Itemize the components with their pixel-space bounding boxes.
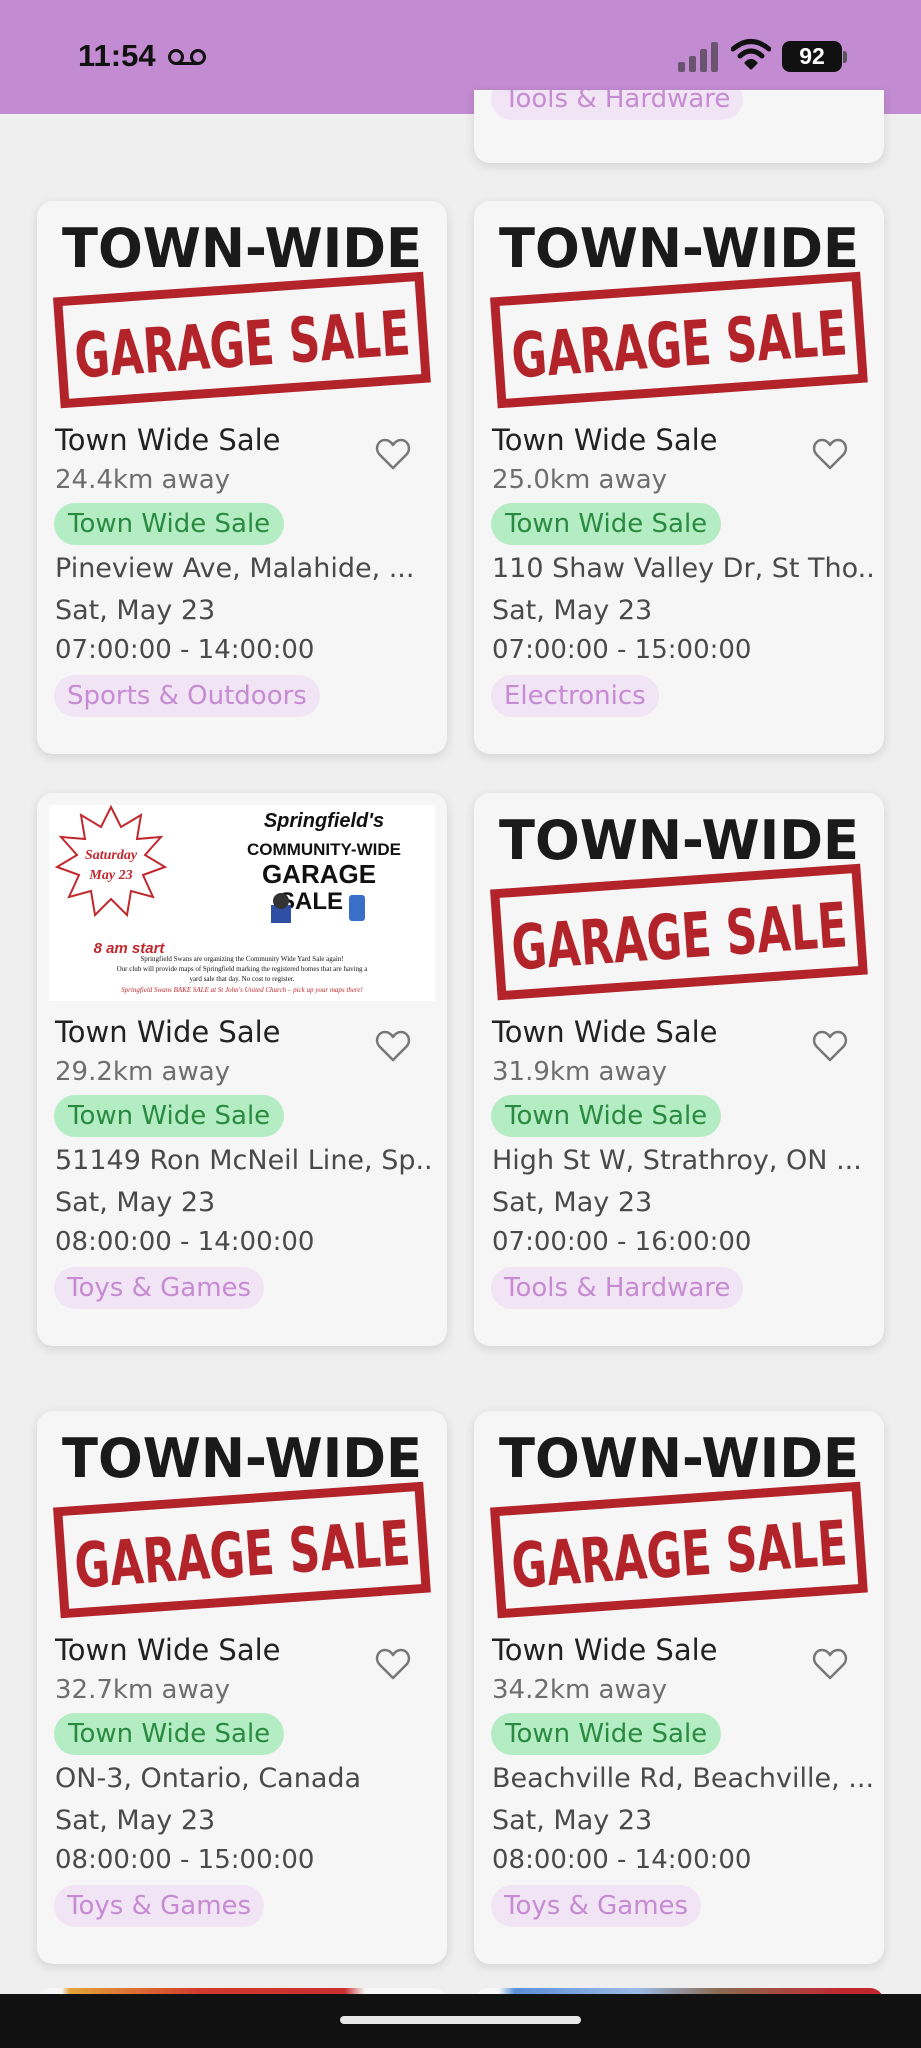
listing-distance: 32.7km away xyxy=(55,1675,231,1705)
listing-hours: 07:00:00 - 14:00:00 xyxy=(55,635,315,665)
status-time: 11:54 xyxy=(78,38,156,73)
flyer-heading: Springfield's xyxy=(264,810,384,832)
listing-card[interactable]: TOWN-WIDE GARAGE SALE Town Wide Sale 31.9… xyxy=(474,793,884,1346)
logo-line2: GARAGE SALE xyxy=(72,1506,412,1602)
listing-hours: 07:00:00 - 15:00:00 xyxy=(492,635,752,665)
listing-card[interactable]: Saturday May 23 8 am start Springfield's… xyxy=(37,793,447,1346)
flyer-body-line: Our club will provide maps of Springfiel… xyxy=(117,965,369,973)
listing-image: TOWN-WIDE GARAGE SALE xyxy=(49,213,435,409)
flyer-subheading: COMMUNITY-WIDE xyxy=(247,840,401,859)
listing-address: Pineview Ave, Malahide, ... xyxy=(55,553,415,584)
logo-line2: GARAGE SALE xyxy=(72,296,412,392)
listing-card[interactable]: TOWN-WIDE GARAGE SALE Town Wide Sale 34.2… xyxy=(474,1411,884,1964)
voicemail-icon xyxy=(168,49,206,65)
town-wide-garage-sale-logo: TOWN-WIDE GARAGE SALE xyxy=(490,809,868,1001)
town-wide-garage-sale-logo: TOWN-WIDE GARAGE SALE xyxy=(53,1427,431,1619)
listing-title: Town Wide Sale xyxy=(492,1633,718,1667)
listing-address: 51149 Ron McNeil Line, Sp... xyxy=(55,1145,435,1176)
sale-type-badge: Town Wide Sale xyxy=(54,503,285,545)
listing-title: Town Wide Sale xyxy=(55,423,281,457)
listing-distance: 25.0km away xyxy=(492,465,668,495)
flyer-star-day: Saturday xyxy=(85,848,138,863)
listing-image: TOWN-WIDE GARAGE SALE xyxy=(486,805,872,1001)
town-wide-garage-sale-logo: TOWN-WIDE GARAGE SALE xyxy=(490,1427,868,1619)
sale-type-badge: Town Wide Sale xyxy=(491,1713,722,1755)
listing-image-flyer: Saturday May 23 8 am start Springfield's… xyxy=(49,804,435,1001)
logo-line1: TOWN-WIDE xyxy=(499,217,859,280)
listing-distance: 24.4km away xyxy=(55,465,231,495)
flyer-body-line: Springfield Swans are organizing the Com… xyxy=(140,955,343,963)
listing-date: Sat, May 23 xyxy=(492,595,653,626)
favorite-heart-icon[interactable] xyxy=(812,437,848,471)
category-tag: Toys & Games xyxy=(54,1885,265,1927)
listing-image: TOWN-WIDE GARAGE SALE xyxy=(486,213,872,409)
listing-distance: 29.2km away xyxy=(55,1057,231,1087)
favorite-heart-icon[interactable] xyxy=(375,1029,411,1063)
springfield-flyer: Saturday May 23 8 am start Springfield's… xyxy=(54,804,401,994)
listing-address: Beachville Rd, Beachville, ... xyxy=(492,1763,872,1794)
town-wide-garage-sale-logo: TOWN-WIDE GARAGE SALE xyxy=(53,217,431,409)
category-tag: Sports & Outdoors xyxy=(54,675,320,717)
category-tag: Tools & Hardware xyxy=(491,90,744,120)
listing-hours: 08:00:00 - 14:00:00 xyxy=(55,1227,315,1257)
logo-line1: TOWN-WIDE xyxy=(499,809,859,872)
favorite-heart-icon[interactable] xyxy=(375,1647,411,1681)
sale-type-badge: Town Wide Sale xyxy=(54,1713,285,1755)
listing-date: Sat, May 23 xyxy=(55,1187,216,1218)
listing-distance: 31.9km away xyxy=(492,1057,668,1087)
listing-image: TOWN-WIDE GARAGE SALE xyxy=(49,1423,435,1619)
flyer-body-line: Springfield Swans BAKE SALE at St John's… xyxy=(121,986,363,994)
logo-line1: TOWN-WIDE xyxy=(62,217,422,280)
listing-date: Sat, May 23 xyxy=(55,1805,216,1836)
flyer-garage: GARAGE xyxy=(262,859,376,889)
listing-date: Sat, May 23 xyxy=(55,595,216,626)
listing-hours: 08:00:00 - 14:00:00 xyxy=(492,1845,752,1875)
listing-image: TOWN-WIDE GARAGE SALE xyxy=(486,1423,872,1619)
listing-date: Sat, May 23 xyxy=(492,1805,653,1836)
category-tag: Electronics xyxy=(491,675,659,717)
logo-line1: TOWN-WIDE xyxy=(499,1427,859,1490)
listing-distance: 34.2km away xyxy=(492,1675,668,1705)
listing-title: Town Wide Sale xyxy=(55,1633,281,1667)
battery-tip xyxy=(843,51,847,63)
favorite-heart-icon[interactable] xyxy=(375,437,411,471)
sale-type-badge: Town Wide Sale xyxy=(491,503,722,545)
town-wide-garage-sale-logo: TOWN-WIDE GARAGE SALE xyxy=(490,217,868,409)
category-tag: Tools & Hardware xyxy=(491,1267,744,1309)
favorite-heart-icon[interactable] xyxy=(812,1647,848,1681)
listing-title: Town Wide Sale xyxy=(492,423,718,457)
logo-line2: GARAGE SALE xyxy=(509,296,849,392)
home-indicator[interactable] xyxy=(340,2016,581,2024)
favorite-heart-icon[interactable] xyxy=(812,1029,848,1063)
category-tag: Toys & Games xyxy=(491,1885,702,1927)
sale-type-badge: Town Wide Sale xyxy=(491,1095,722,1137)
listing-card[interactable]: TOWN-WIDE GARAGE SALE Town Wide Sale 24.4… xyxy=(37,201,447,754)
logo-line2: GARAGE SALE xyxy=(509,1506,849,1602)
listing-card[interactable]: TOWN-WIDE GARAGE SALE Town Wide Sale 32.7… xyxy=(37,1411,447,1964)
listing-address: 110 Shaw Valley Dr, St Tho... xyxy=(492,553,872,584)
wifi-icon xyxy=(731,39,771,70)
logo-line1: TOWN-WIDE xyxy=(62,1427,422,1490)
listing-hours: 07:00:00 - 16:00:00 xyxy=(492,1227,752,1257)
battery-level: 92 xyxy=(782,41,842,72)
listing-date: Sat, May 23 xyxy=(492,1187,653,1218)
listing-hours: 08:00:00 - 15:00:00 xyxy=(55,1845,315,1875)
listing-card-partial[interactable]: Tools & Hardware xyxy=(474,90,884,163)
listing-title: Town Wide Sale xyxy=(492,1015,718,1049)
cellular-signal-icon xyxy=(678,42,718,72)
listing-address: High St W, Strathroy, ON ... xyxy=(492,1145,862,1176)
sale-type-badge: Town Wide Sale xyxy=(54,1095,285,1137)
logo-line2: GARAGE SALE xyxy=(509,888,849,984)
listing-address: ON-3, Ontario, Canada xyxy=(55,1763,362,1794)
listing-title: Town Wide Sale xyxy=(55,1015,281,1049)
category-tag: Toys & Games xyxy=(54,1267,265,1309)
listing-card[interactable]: TOWN-WIDE GARAGE SALE Town Wide Sale 25.0… xyxy=(474,201,884,754)
flyer-star-date: May 23 xyxy=(88,868,132,883)
flyer-body-line: yard sale that day. No cost to register. xyxy=(189,975,294,983)
